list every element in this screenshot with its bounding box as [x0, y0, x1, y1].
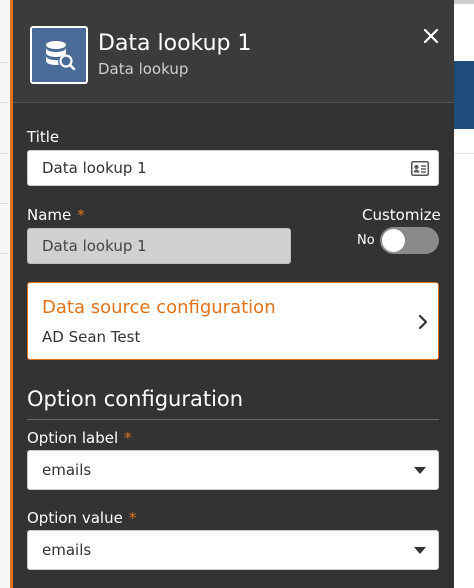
close-button[interactable]: [419, 24, 443, 48]
background-divider: [454, 153, 474, 154]
data-source-configuration-card[interactable]: Data source configuration AD Sean Test: [27, 282, 439, 360]
required-marker: *: [124, 429, 132, 447]
option-value-text: Option value: [27, 509, 123, 527]
option-label-select[interactable]: emails: [27, 450, 439, 490]
option-value-label: Option value *: [27, 509, 136, 527]
properties-panel: Data lookup 1 Data lookup Title Data loo…: [10, 0, 454, 588]
section-divider: [27, 419, 439, 420]
toggle-knob: [382, 229, 405, 252]
background-divider: [0, 253, 8, 254]
panel-title: Data lookup 1: [98, 31, 252, 56]
option-configuration-heading: Option configuration: [27, 387, 244, 411]
background-app-left: [0, 0, 10, 588]
customize-toggle-text: No: [357, 233, 375, 248]
option-value-select[interactable]: emails: [27, 530, 439, 570]
database-search-icon: [30, 26, 88, 84]
background-blue-block: [454, 61, 474, 129]
title-input-value: Data lookup 1: [42, 159, 147, 177]
customize-label: Customize: [362, 206, 441, 224]
name-label-text: Name: [27, 206, 72, 224]
required-marker: *: [128, 509, 137, 527]
name-label: Name *: [27, 206, 85, 224]
option-label-selected: emails: [42, 461, 92, 479]
background-divider: [0, 153, 8, 154]
option-label-label: Option label *: [27, 429, 132, 447]
background-divider: [0, 102, 8, 103]
name-input: Data lookup 1: [27, 228, 291, 264]
caret-down-icon: [414, 467, 426, 474]
required-marker: *: [77, 206, 85, 224]
option-label-text: Option label: [27, 429, 119, 447]
option-value-selected: emails: [42, 541, 92, 559]
data-source-value: AD Sean Test: [42, 328, 141, 346]
title-label: Title: [27, 128, 60, 146]
background-topbar: [454, 0, 474, 4]
background-divider: [0, 203, 8, 204]
title-input[interactable]: Data lookup 1: [27, 150, 439, 186]
close-icon[interactable]: [423, 28, 439, 44]
panel-header: Data lookup 1 Data lookup: [13, 0, 454, 103]
background-app-right: [454, 0, 474, 588]
contact-card-icon: [411, 161, 429, 176]
name-input-value: Data lookup 1: [42, 237, 147, 255]
customize-toggle[interactable]: [380, 227, 439, 254]
data-source-title: Data source configuration: [42, 297, 276, 318]
chevron-right-icon: [418, 314, 428, 330]
caret-down-icon: [414, 547, 426, 554]
background-divider: [0, 62, 8, 63]
panel-subtitle: Data lookup: [98, 60, 189, 78]
